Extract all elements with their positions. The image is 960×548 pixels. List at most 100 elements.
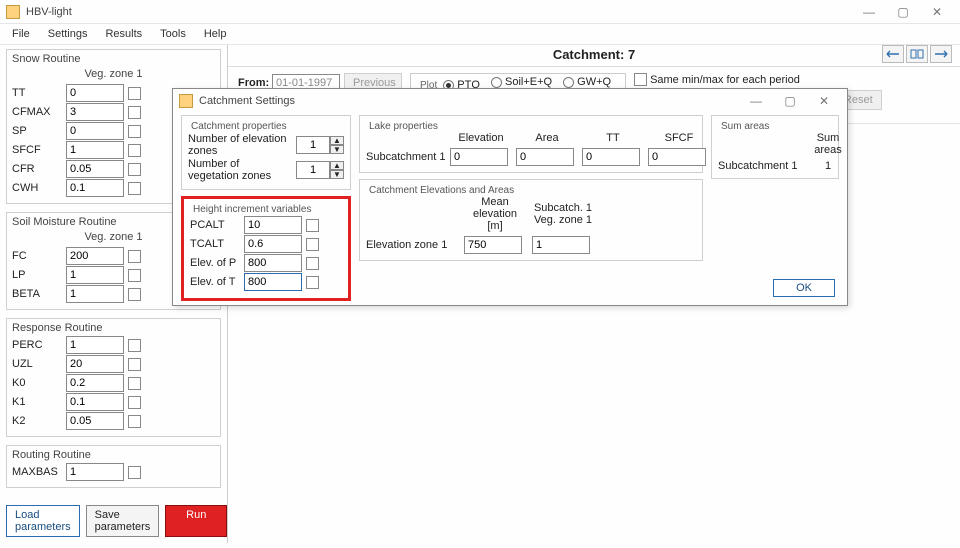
- sameminmax-checkbox[interactable]: Same min/max for each period: [634, 73, 874, 86]
- maximize-button[interactable]: ▢: [886, 1, 920, 23]
- ok-button[interactable]: OK: [773, 279, 835, 297]
- k0-input[interactable]: [66, 374, 124, 392]
- save-parameters-button[interactable]: Save parameters: [86, 505, 160, 537]
- perc-checkbox[interactable]: [128, 339, 141, 352]
- cea-mean-input[interactable]: [464, 236, 522, 254]
- param-label: CFR: [12, 163, 62, 175]
- cwh-checkbox[interactable]: [128, 182, 141, 195]
- k2-checkbox[interactable]: [128, 415, 141, 428]
- load-parameters-button[interactable]: Load parameters: [6, 505, 80, 537]
- routing-routine-group: Routing Routine MAXBAS: [6, 445, 221, 488]
- lp-checkbox[interactable]: [128, 269, 141, 282]
- pcalt-input[interactable]: [244, 216, 302, 234]
- maxbas-checkbox[interactable]: [128, 466, 141, 479]
- cwh-input[interactable]: [66, 179, 124, 197]
- tt-checkbox[interactable]: [128, 87, 141, 100]
- lake-sfcf-input[interactable]: [648, 148, 706, 166]
- cfmax-input[interactable]: [66, 103, 124, 121]
- lake-properties-fieldset: Lake properties Elevation Area TT SFCF S…: [359, 115, 703, 173]
- sp-input[interactable]: [66, 122, 124, 140]
- minimize-button[interactable]: —: [852, 1, 886, 23]
- cfr-input[interactable]: [66, 160, 124, 178]
- tcalt-input[interactable]: [244, 235, 302, 253]
- perc-input[interactable]: [66, 336, 124, 354]
- sfcf-checkbox[interactable]: [128, 144, 141, 157]
- catch-props-legend: Catchment properties: [188, 121, 290, 132]
- sum-val: 1: [804, 160, 852, 172]
- elev-zones-spinner[interactable]: ▲▼: [296, 136, 344, 154]
- cfr-checkbox[interactable]: [128, 163, 141, 176]
- split-icon[interactable]: [906, 45, 928, 63]
- height-increment-fieldset: Height increment variables PCALT TCALT E…: [181, 196, 351, 301]
- dialog-maximize-button[interactable]: ▢: [773, 90, 807, 112]
- param-button-row: Load parameters Save parameters Run: [6, 505, 221, 537]
- response-title: Response Routine: [12, 322, 215, 334]
- chevron-up-icon[interactable]: ▲: [330, 161, 344, 170]
- menu-help[interactable]: Help: [204, 28, 227, 40]
- k0-checkbox[interactable]: [128, 377, 141, 390]
- menu-settings[interactable]: Settings: [48, 28, 88, 40]
- lake-elev-input[interactable]: [450, 148, 508, 166]
- pcalt-checkbox[interactable]: [306, 219, 319, 232]
- param-label: K0: [12, 377, 62, 389]
- elevp-checkbox[interactable]: [306, 257, 319, 270]
- pcalt-label: PCALT: [190, 219, 240, 231]
- k2-input[interactable]: [66, 412, 124, 430]
- sfcf-input[interactable]: [66, 141, 124, 159]
- param-label: MAXBAS: [12, 466, 62, 478]
- menu-tools[interactable]: Tools: [160, 28, 186, 40]
- beta-checkbox[interactable]: [128, 288, 141, 301]
- lake-tt-input[interactable]: [582, 148, 640, 166]
- dialog-close-button[interactable]: ✕: [807, 90, 841, 112]
- elevt-label: Elev. of T: [190, 276, 240, 288]
- veg-zones-spinner[interactable]: ▲▼: [296, 161, 344, 179]
- k1-checkbox[interactable]: [128, 396, 141, 409]
- cea-sub-label: Subcatch. 1: [532, 202, 594, 214]
- lake-col-area: Area: [516, 132, 578, 144]
- catchment-settings-dialog: Catchment Settings — ▢ ✕ Catchment prope…: [172, 88, 848, 306]
- fc-input[interactable]: [66, 247, 124, 265]
- chevron-down-icon[interactable]: ▼: [330, 145, 344, 154]
- param-label: SP: [12, 125, 62, 137]
- elevt-input[interactable]: [244, 273, 302, 291]
- lake-legend: Lake properties: [366, 121, 441, 132]
- titlebar: HBV-light — ▢ ✕: [0, 0, 960, 24]
- param-label: CWH: [12, 182, 62, 194]
- lake-area-input[interactable]: [516, 148, 574, 166]
- uzl-checkbox[interactable]: [128, 358, 141, 371]
- dialog-icon: [179, 94, 193, 108]
- beta-input[interactable]: [66, 285, 124, 303]
- sum-row-label: Subcatchment 1: [718, 160, 798, 172]
- tcalt-checkbox[interactable]: [306, 238, 319, 251]
- close-button[interactable]: ✕: [920, 1, 954, 23]
- chevron-down-icon[interactable]: ▼: [330, 170, 344, 179]
- maxbas-input[interactable]: [66, 463, 124, 481]
- expand-right-icon[interactable]: [930, 45, 952, 63]
- uzl-input[interactable]: [66, 355, 124, 373]
- sp-checkbox[interactable]: [128, 125, 141, 138]
- param-label: SFCF: [12, 144, 62, 156]
- run-button[interactable]: Run: [165, 505, 227, 537]
- elevt-checkbox[interactable]: [306, 276, 319, 289]
- dialog-minimize-button[interactable]: —: [739, 90, 773, 112]
- seq-radio[interactable]: Soil+E+Q: [491, 76, 552, 88]
- fc-checkbox[interactable]: [128, 250, 141, 263]
- routing-title: Routing Routine: [12, 449, 215, 461]
- cea-sub-input[interactable]: [532, 236, 590, 254]
- menu-results[interactable]: Results: [105, 28, 142, 40]
- lp-input[interactable]: [66, 266, 124, 284]
- param-label: CFMAX: [12, 106, 62, 118]
- catchment-header: Catchment: 7: [228, 45, 960, 67]
- param-label: TT: [12, 87, 62, 99]
- sum-legend: Sum areas: [718, 121, 772, 132]
- chevron-up-icon[interactable]: ▲: [330, 136, 344, 145]
- expand-left-icon[interactable]: [882, 45, 904, 63]
- tt-input[interactable]: [66, 84, 124, 102]
- gwq-radio[interactable]: GW+Q: [563, 76, 611, 88]
- lake-row-label: Subcatchment 1: [366, 151, 446, 163]
- veg-zones-label: Number of vegetation zones: [188, 158, 292, 182]
- k1-input[interactable]: [66, 393, 124, 411]
- menu-file[interactable]: File: [12, 28, 30, 40]
- cfmax-checkbox[interactable]: [128, 106, 141, 119]
- elevp-input[interactable]: [244, 254, 302, 272]
